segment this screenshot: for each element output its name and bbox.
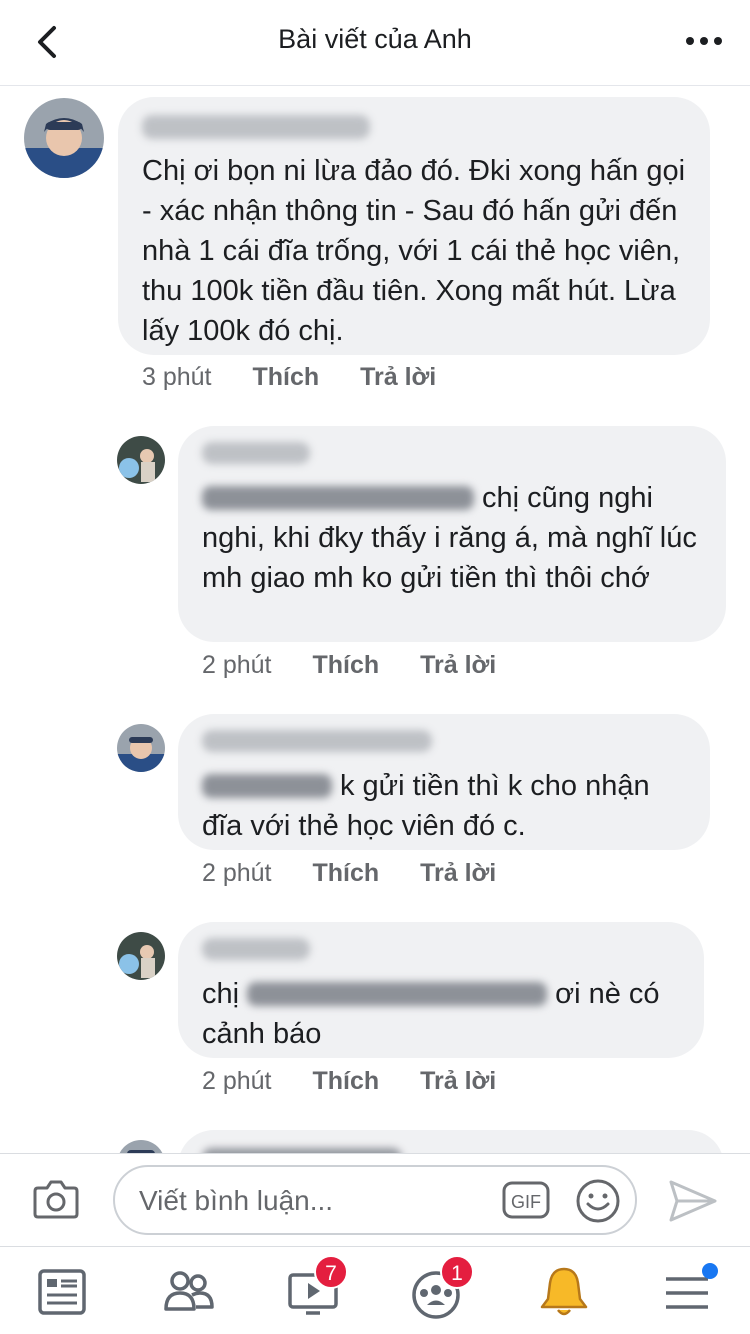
- comment-author-name[interactable]: [202, 442, 708, 470]
- comment-bubble[interactable]: Chị ơi bọn ni lừa đảo đó. Đki xong hấn g…: [118, 97, 710, 355]
- comment-author-name[interactable]: [202, 730, 692, 758]
- comment-bubble[interactable]: [178, 1130, 724, 1153]
- friends-icon[interactable]: [158, 1263, 218, 1321]
- bottom-navigation: 7 1: [0, 1246, 750, 1334]
- reply-button[interactable]: Trả lời: [360, 363, 436, 392]
- emoji-icon[interactable]: [575, 1178, 621, 1224]
- groups-tab[interactable]: 1: [408, 1255, 474, 1321]
- reply-button[interactable]: Trả lời: [420, 1067, 496, 1096]
- camera-icon[interactable]: [32, 1178, 80, 1220]
- avatar[interactable]: [117, 932, 165, 980]
- menu-tab[interactable]: [660, 1263, 720, 1321]
- comments-list[interactable]: Chị ơi bọn ni lừa đảo đó. Đki xong hấn g…: [0, 87, 750, 1153]
- like-button[interactable]: Thích: [252, 363, 319, 392]
- more-options-icon[interactable]: [684, 26, 724, 56]
- comment: Chị ơi bọn ni lừa đảo đó. Đki xong hấn g…: [0, 87, 750, 407]
- comment-time: 2 phút: [202, 1067, 272, 1095]
- gif-icon[interactable]: GIF: [502, 1179, 550, 1221]
- comment-bubble[interactable]: k gửi tiền thì k cho nhận đĩa với thẻ họ…: [178, 714, 710, 850]
- avatar[interactable]: [117, 724, 165, 772]
- watch-badge: 7: [314, 1255, 348, 1289]
- mentioned-user[interactable]: [247, 982, 548, 1006]
- avatar[interactable]: [117, 1140, 165, 1153]
- page-title: Bài viết của Anh: [278, 24, 472, 54]
- reply-comment: k gửi tiền thì k cho nhận đĩa với thẻ họ…: [0, 711, 750, 911]
- comment-actions: 3 phút Thích Trả lời: [142, 363, 436, 392]
- news-feed-icon[interactable]: [32, 1263, 92, 1321]
- like-button[interactable]: Thích: [312, 859, 379, 888]
- comment-actions: 2 phút Thích Trả lời: [202, 859, 496, 888]
- comment-author-name[interactable]: [202, 938, 686, 966]
- mentioned-user[interactable]: [202, 486, 474, 510]
- watch-tab[interactable]: 7: [284, 1255, 348, 1321]
- reply-comment: chị cũng nghi nghi, khi đky thấy i răng …: [0, 423, 750, 703]
- comment-composer: Viết bình luận... GIF: [0, 1153, 750, 1245]
- reply-button[interactable]: Trả lời: [420, 651, 496, 680]
- notifications-bell-icon[interactable]: [534, 1263, 594, 1321]
- avatar[interactable]: [24, 98, 104, 178]
- mentioned-user[interactable]: [202, 774, 332, 798]
- reply-button[interactable]: Trả lời: [420, 859, 496, 888]
- comment-bubble[interactable]: chị ơi nè có cảnh báo: [178, 922, 704, 1058]
- comment-input[interactable]: Viết bình luận... GIF: [113, 1165, 637, 1235]
- like-button[interactable]: Thích: [312, 1067, 379, 1096]
- comment-time: 2 phút: [202, 651, 272, 679]
- comment-author-name[interactable]: [142, 115, 690, 143]
- comment-text-prefix: chị: [202, 978, 240, 1010]
- comment-time: 2 phút: [202, 859, 272, 887]
- comment-input-placeholder: Viết bình luận...: [139, 1185, 334, 1216]
- reply-comment: chị ơi nè có cảnh báo 2 phút Thích Trả lờ…: [0, 919, 750, 1119]
- comment-time: 3 phút: [142, 363, 212, 391]
- comment-actions: 2 phút Thích Trả lời: [202, 651, 496, 680]
- comment-bubble[interactable]: chị cũng nghi nghi, khi đky thấy i răng …: [178, 426, 726, 642]
- like-button[interactable]: Thích: [312, 651, 379, 680]
- gif-label: GIF: [511, 1192, 541, 1212]
- top-bar: Bài viết của Anh: [0, 0, 750, 86]
- send-icon[interactable]: [667, 1178, 719, 1224]
- comment-actions: 2 phút Thích Trả lời: [202, 1067, 496, 1096]
- menu-notification-dot: [702, 1263, 718, 1279]
- reply-comment: [0, 1127, 750, 1153]
- comment-text: Chị ơi bọn ni lừa đảo đó. Đki xong hấn g…: [142, 155, 686, 347]
- groups-badge: 1: [440, 1255, 474, 1289]
- avatar[interactable]: [117, 436, 165, 484]
